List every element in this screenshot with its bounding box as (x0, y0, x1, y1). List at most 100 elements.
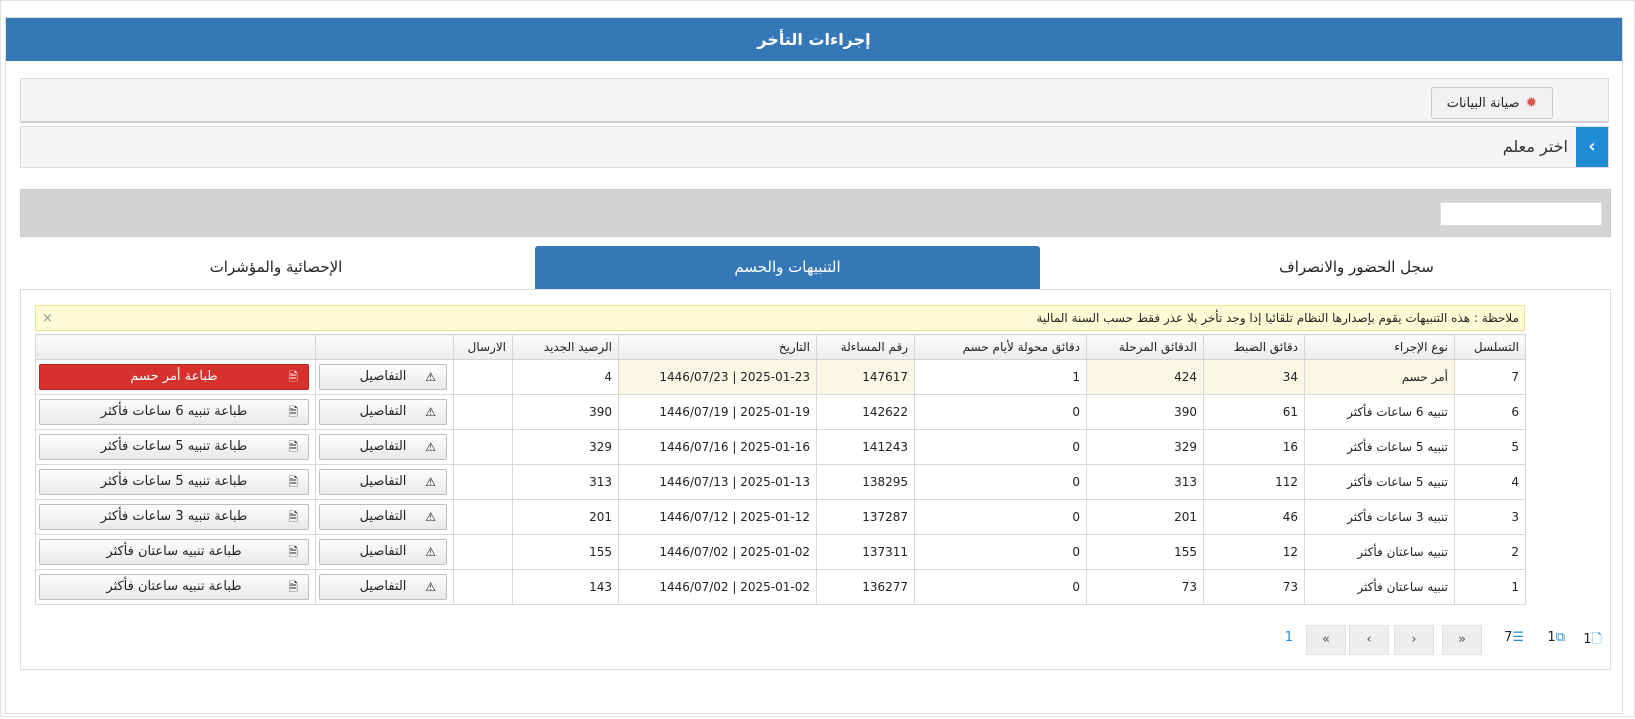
cell-send (453, 534, 513, 570)
cell-seq: 2 (1454, 534, 1526, 570)
pdf-icon: 🗎 (288, 510, 298, 524)
cell-date: 2025-01-02 | 1446/07/02 (618, 569, 817, 605)
cell-send (453, 499, 513, 535)
print-button[interactable]: 🗎 طباعة تنبيه 5 ساعات فأكثر (39, 469, 309, 495)
print-button[interactable]: 🗎 طباعة تنبيه 6 ساعات فأكثر (39, 399, 309, 425)
col-header-details (315, 334, 454, 360)
pdf-icon: 🗎 (288, 405, 298, 419)
table-header-row: التسلسل نوع الإجراء دقائق الضبط الدقائق … (35, 334, 1526, 360)
previous-page-button[interactable]: ‹ (1394, 625, 1434, 655)
col-header-carried[interactable]: الدقائق المرحلة (1086, 334, 1204, 360)
col-header-seq[interactable]: التسلسل (1454, 334, 1526, 360)
warning-icon: ⚠ (425, 370, 436, 384)
col-header-balance[interactable]: الرصيد الجديد (512, 334, 619, 360)
col-header-type[interactable]: نوع الإجراء (1304, 334, 1455, 360)
pages-count-info: ⧉1 (1547, 630, 1565, 645)
details-button[interactable]: ⚠ التفاصيل (319, 539, 447, 565)
details-button[interactable]: ⚠ التفاصيل (319, 399, 447, 425)
print-button[interactable]: 🗎 طباعة تنبيه 5 ساعات فأكثر (39, 434, 309, 460)
cell-type: تنبيه ساعتان فأكثر (1304, 534, 1455, 570)
warning-icon: ⚠ (425, 545, 436, 559)
page-link[interactable]: 1 (1285, 630, 1293, 645)
list-icon: ☰ (1512, 630, 1524, 645)
col-header-inquiry[interactable]: رقم المساءلة (816, 334, 915, 360)
table-row: 7 أمر حسم 34 424 1 147617 2025-01-23 | 1446/07… (35, 359, 1526, 395)
pdf-icon: 🗎 (288, 440, 298, 454)
details-button[interactable]: ⚠ التفاصيل (319, 364, 447, 390)
col-header-print (35, 334, 316, 360)
cell-print: 🗎 طباعة تنبيه 5 ساعات فأكثر (35, 464, 316, 500)
cell-balance: 390 (512, 394, 619, 430)
print-button-label: طباعة تنبيه ساعتان فأكثر (106, 579, 242, 594)
table-row: 1 تنبيه ساعتان فأكثر 73 73 0 136277 2025-01-02… (35, 569, 1526, 605)
tab-statistics-indicators[interactable]: الإحصائية والمؤشرات (20, 246, 532, 289)
teacher-selector[interactable]: › اختر معلم (20, 126, 1609, 168)
chevron-right-icon[interactable]: › (1576, 127, 1608, 167)
data-maintenance-label: صيانة البيانات (1446, 96, 1520, 111)
cell-inquiry: 147617 (816, 359, 915, 395)
pagination: 🗋1 ⧉1 ☰7 « ‹ › » 1 (21, 625, 1610, 655)
last-page-button[interactable]: » (1306, 625, 1346, 655)
filter-input[interactable] (1440, 202, 1602, 226)
next-page-button[interactable]: › (1349, 625, 1389, 655)
details-button[interactable]: ⚠ التفاصيل (319, 469, 447, 495)
cell-converted: 1 (914, 359, 1087, 395)
teacher-selector-label: اختر معلم (1502, 137, 1568, 156)
cell-details: ⚠ التفاصيل (315, 569, 454, 605)
details-button[interactable]: ⚠ التفاصيل (319, 434, 447, 460)
copy-icon: ⧉ (1555, 630, 1565, 645)
page-icon: 🗋 (1591, 632, 1602, 647)
cell-type: تنبيه 5 ساعات فأكثر (1304, 429, 1455, 465)
col-header-date[interactable]: التاريخ (618, 334, 817, 360)
note-alert: ملاحظة : هذه التنبيهات يقوم بإصدارها الن… (35, 305, 1525, 331)
cell-minutes: 112 (1203, 464, 1305, 500)
current-page-value: 1 (1583, 632, 1592, 647)
cell-carried: 313 (1086, 464, 1204, 500)
cell-type: تنبيه 6 ساعات فأكثر (1304, 394, 1455, 430)
cell-seq: 5 (1454, 429, 1526, 465)
pdf-icon: 🗎 (288, 580, 298, 594)
print-button[interactable]: 🗎 طباعة أمر حسم (39, 364, 309, 390)
cell-balance: 329 (512, 429, 619, 465)
cell-converted: 0 (914, 464, 1087, 500)
cell-seq: 3 (1454, 499, 1526, 535)
filter-bar (20, 189, 1611, 237)
tab-alerts-deductions[interactable]: التنبيهات والحسم (535, 246, 1040, 289)
cell-converted: 0 (914, 499, 1087, 535)
cell-minutes: 16 (1203, 429, 1305, 465)
details-button-label: التفاصيل (359, 544, 407, 559)
cell-minutes: 73 (1203, 569, 1305, 605)
details-button[interactable]: ⚠ التفاصيل (319, 574, 447, 600)
cell-inquiry: 137311 (816, 534, 915, 570)
data-maintenance-button[interactable]: ✹ صيانة البيانات (1431, 87, 1553, 119)
cell-print: 🗎 طباعة تنبيه 3 ساعات فأكثر (35, 499, 316, 535)
details-button-label: التفاصيل (359, 474, 407, 489)
panel-title: إجراءات التأخر (6, 18, 1622, 61)
print-button[interactable]: 🗎 طباعة تنبيه ساعتان فأكثر (39, 574, 309, 600)
cell-details: ⚠ التفاصيل (315, 464, 454, 500)
page-info: 🗋1 (1583, 630, 1602, 652)
cell-balance: 201 (512, 499, 619, 535)
cell-print: 🗎 طباعة تنبيه ساعتان فأكثر (35, 534, 316, 570)
cell-converted: 0 (914, 394, 1087, 430)
col-header-send[interactable]: الارسال (453, 334, 513, 360)
cell-date: 2025-01-02 | 1446/07/02 (618, 534, 817, 570)
cell-minutes: 34 (1203, 359, 1305, 395)
cell-details: ⚠ التفاصيل (315, 394, 454, 430)
tab-attendance-log[interactable]: سجل الحضور والانصراف (1104, 246, 1609, 289)
print-button[interactable]: 🗎 طباعة تنبيه ساعتان فأكثر (39, 539, 309, 565)
details-button-label: التفاصيل (359, 509, 407, 524)
cell-date: 2025-01-13 | 1446/07/13 (618, 464, 817, 500)
col-header-minutes[interactable]: دقائق الضبط (1203, 334, 1305, 360)
details-button[interactable]: ⚠ التفاصيل (319, 504, 447, 530)
cell-converted: 0 (914, 534, 1087, 570)
close-icon[interactable]: × (42, 307, 53, 331)
col-header-converted[interactable]: دقائق محولة لأيام حسم (914, 334, 1087, 360)
cell-minutes: 61 (1203, 394, 1305, 430)
print-button[interactable]: 🗎 طباعة تنبيه 3 ساعات فأكثر (39, 504, 309, 530)
warning-icon: ⚠ (425, 580, 436, 594)
cell-date: 2025-01-19 | 1446/07/19 (618, 394, 817, 430)
first-page-button[interactable]: « (1442, 625, 1482, 655)
print-button-label: طباعة تنبيه 3 ساعات فأكثر (100, 509, 248, 524)
pages-count-value: 1 (1547, 630, 1556, 645)
